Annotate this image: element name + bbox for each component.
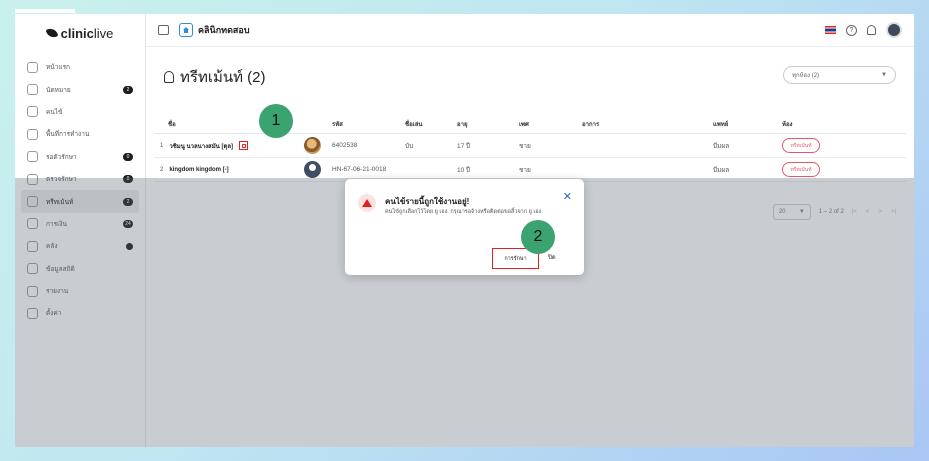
top-header: คลินิกทดสอบ ? <box>146 14 914 47</box>
row-number: 1 <box>160 142 164 149</box>
app-window: cliniclive หน้าแรก นัดหมาย 2 คนไข้ พื้นที… <box>15 14 914 447</box>
sidebar-item-label: นัดหมาย <box>46 86 71 94</box>
patient-hn: HN-67-06-21-0018 <box>332 166 387 173</box>
col-hn: รหัส <box>332 121 343 128</box>
logo-light: live <box>93 25 114 41</box>
dialog-title: คนไข้รายนี้ถูกใช้งานอยู่! <box>385 197 470 206</box>
home-icon <box>27 61 38 73</box>
clinic-name[interactable]: คลินิกทดสอบ <box>198 23 250 37</box>
sidebar-item-appointments[interactable]: นัดหมาย 2 <box>15 78 145 100</box>
room-filter-value: ทุกห้อง (2) <box>792 73 820 79</box>
step-2-marker: 2 <box>521 220 555 254</box>
page-title: ทรีทเม้นท์ (2) <box>164 65 266 89</box>
patient-nickname: บับ <box>405 142 414 150</box>
col-age: อายุ <box>457 121 468 128</box>
patient-name[interactable]: วชิมนู นวลนางสมัน [ดุล] <box>169 141 233 151</box>
col-nickname: ชื่อเล่น <box>405 121 423 128</box>
patient-avatar <box>304 161 321 178</box>
sidebar-item-label: หน้าแรก <box>46 64 70 72</box>
clinic-home-icon <box>179 23 193 37</box>
sidebar-item-waiting[interactable]: รอตัวรักษา 0 <box>15 146 145 168</box>
bell-icon[interactable] <box>867 25 876 35</box>
col-room: ห้อง <box>782 121 793 128</box>
count-badge: 2 <box>123 85 133 94</box>
col-sex: เพศ <box>519 121 529 128</box>
logo-icon <box>45 26 59 40</box>
patient-age: 17 ปี <box>457 142 471 150</box>
patient-doctor: บีมผล <box>713 166 730 174</box>
sidebar-item-label: รอตัวรักษา <box>46 153 77 161</box>
patient-sex: ชาย <box>519 166 531 174</box>
top-strip <box>15 9 75 13</box>
calendar-icon <box>27 84 38 96</box>
dialog-message: คนไข้ถูกเลือกไว้โดย ยู เอง. กรุณารอจ้างห… <box>385 209 543 215</box>
workspace-icon <box>27 128 38 140</box>
patient-age: 10 ปี <box>457 166 471 174</box>
row-number: 2 <box>160 166 164 173</box>
room-badge: ทรีทเม้นท์ <box>782 138 820 153</box>
table-row[interactable]: 1 วชิมนู นวลนางสมัน [ดุล] 6402538 บับ 17 … <box>154 134 906 158</box>
count-badge: 0 <box>123 152 133 161</box>
language-flag-icon[interactable] <box>825 26 836 34</box>
room-badge: ทรีทเม้นท์ <box>782 162 820 177</box>
patient-sex: ชาย <box>519 142 531 150</box>
sidebar-item-label: คนไข้ <box>46 108 63 116</box>
close-icon[interactable]: ✕ <box>563 190 572 203</box>
close-button[interactable]: ปิด <box>548 252 556 262</box>
user-icon <box>27 106 38 118</box>
step-1-marker: 1 <box>259 104 293 138</box>
patient-doctor: บีมผล <box>713 142 730 150</box>
patient-icon <box>164 71 174 83</box>
logo[interactable]: cliniclive <box>15 14 145 52</box>
warning-icon <box>358 194 376 212</box>
patient-hn: 6402538 <box>332 142 358 149</box>
sidebar-item-patients[interactable]: คนไข้ <box>15 101 145 123</box>
page-title-text: ทรีทเม้นท์ (2) <box>180 69 266 86</box>
col-doctor: แพทย์ <box>713 121 729 128</box>
avatar[interactable] <box>886 22 902 38</box>
lock-icon[interactable] <box>239 141 249 150</box>
patient-avatar <box>304 137 321 154</box>
patient-name[interactable]: kingdom kingdom [-] <box>169 167 228 173</box>
sidebar-toggle-icon[interactable] <box>158 25 169 35</box>
sidebar-item-label: พื้นที่การทำงาน <box>46 131 90 139</box>
logo-bold: clinic <box>60 25 94 41</box>
sidebar-item-home[interactable]: หน้าแรก <box>15 56 145 78</box>
car-icon <box>27 151 38 163</box>
chevron-down-icon: ▼ <box>881 72 887 78</box>
col-symptom: อาการ <box>582 121 600 128</box>
help-icon[interactable]: ? <box>846 24 857 36</box>
room-filter-select[interactable]: ทุกห้อง (2) ▼ <box>783 66 896 84</box>
sidebar-item-workspace[interactable]: พื้นที่การทำงาน <box>15 123 145 145</box>
